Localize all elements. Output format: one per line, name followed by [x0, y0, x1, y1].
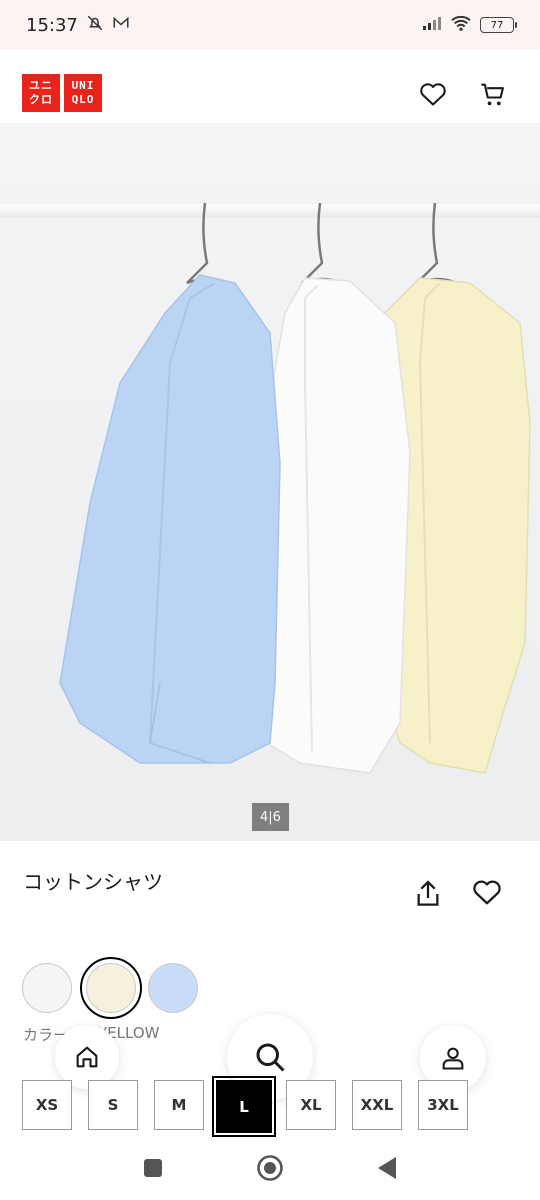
status-bar: 15:37 77 — [0, 0, 540, 50]
brand-logo[interactable]: ユニ クロ UNI QLO — [22, 74, 102, 112]
home-icon — [76, 1046, 98, 1068]
image-counter: 4|6 — [252, 803, 289, 831]
app-header: ユニ クロ UNI QLO — [0, 50, 540, 123]
size-option-m[interactable]: M — [154, 1080, 204, 1130]
logo-line-2: クロ — [29, 93, 53, 106]
color-swatch-blue[interactable] — [148, 963, 198, 1013]
size-option-xxl[interactable]: XXL — [352, 1080, 402, 1130]
status-time: 15:37 — [26, 14, 78, 36]
mail-icon — [112, 14, 130, 36]
signal-icon — [422, 15, 442, 35]
share-button[interactable] — [412, 878, 444, 910]
cart-button[interactable] — [477, 78, 509, 110]
logo-latin-block: UNI QLO — [64, 74, 102, 112]
size-option-xs[interactable]: XS — [22, 1080, 72, 1130]
logo-line-3: UNI — [71, 79, 95, 92]
user-icon — [442, 1047, 464, 1070]
color-swatch-yellow[interactable] — [80, 957, 142, 1019]
product-title: コットンシャツ — [23, 870, 163, 894]
recents-icon[interactable] — [143, 1158, 163, 1182]
color-swatch-white[interactable] — [22, 963, 72, 1013]
size-option-l[interactable]: L — [212, 1076, 276, 1137]
back-icon[interactable] — [376, 1156, 398, 1184]
size-option-s[interactable]: S — [88, 1080, 138, 1130]
product-image-gallery[interactable]: 4|6 — [0, 123, 540, 841]
heart-icon — [420, 83, 446, 106]
heart-icon — [473, 880, 501, 905]
cart-icon — [481, 83, 504, 106]
logo-katakana-block: ユニ クロ — [22, 74, 60, 112]
shirts-illustration — [59, 202, 531, 774]
size-option-xl[interactable]: XL — [286, 1080, 336, 1130]
wishlist-button[interactable] — [417, 78, 449, 110]
logo-line-1: ユニ — [29, 79, 53, 92]
mute-icon — [86, 14, 104, 36]
system-navigation-bar — [0, 1138, 540, 1200]
search-icon — [256, 1043, 285, 1072]
size-option-3xl[interactable]: 3XL — [418, 1080, 468, 1130]
product-favorite-button[interactable] — [472, 878, 506, 910]
share-icon — [417, 880, 439, 906]
battery-indicator: 77 — [480, 17, 517, 33]
logo-line-4: QLO — [71, 93, 95, 106]
wifi-icon — [450, 14, 472, 36]
home-circle-icon[interactable] — [256, 1154, 284, 1186]
